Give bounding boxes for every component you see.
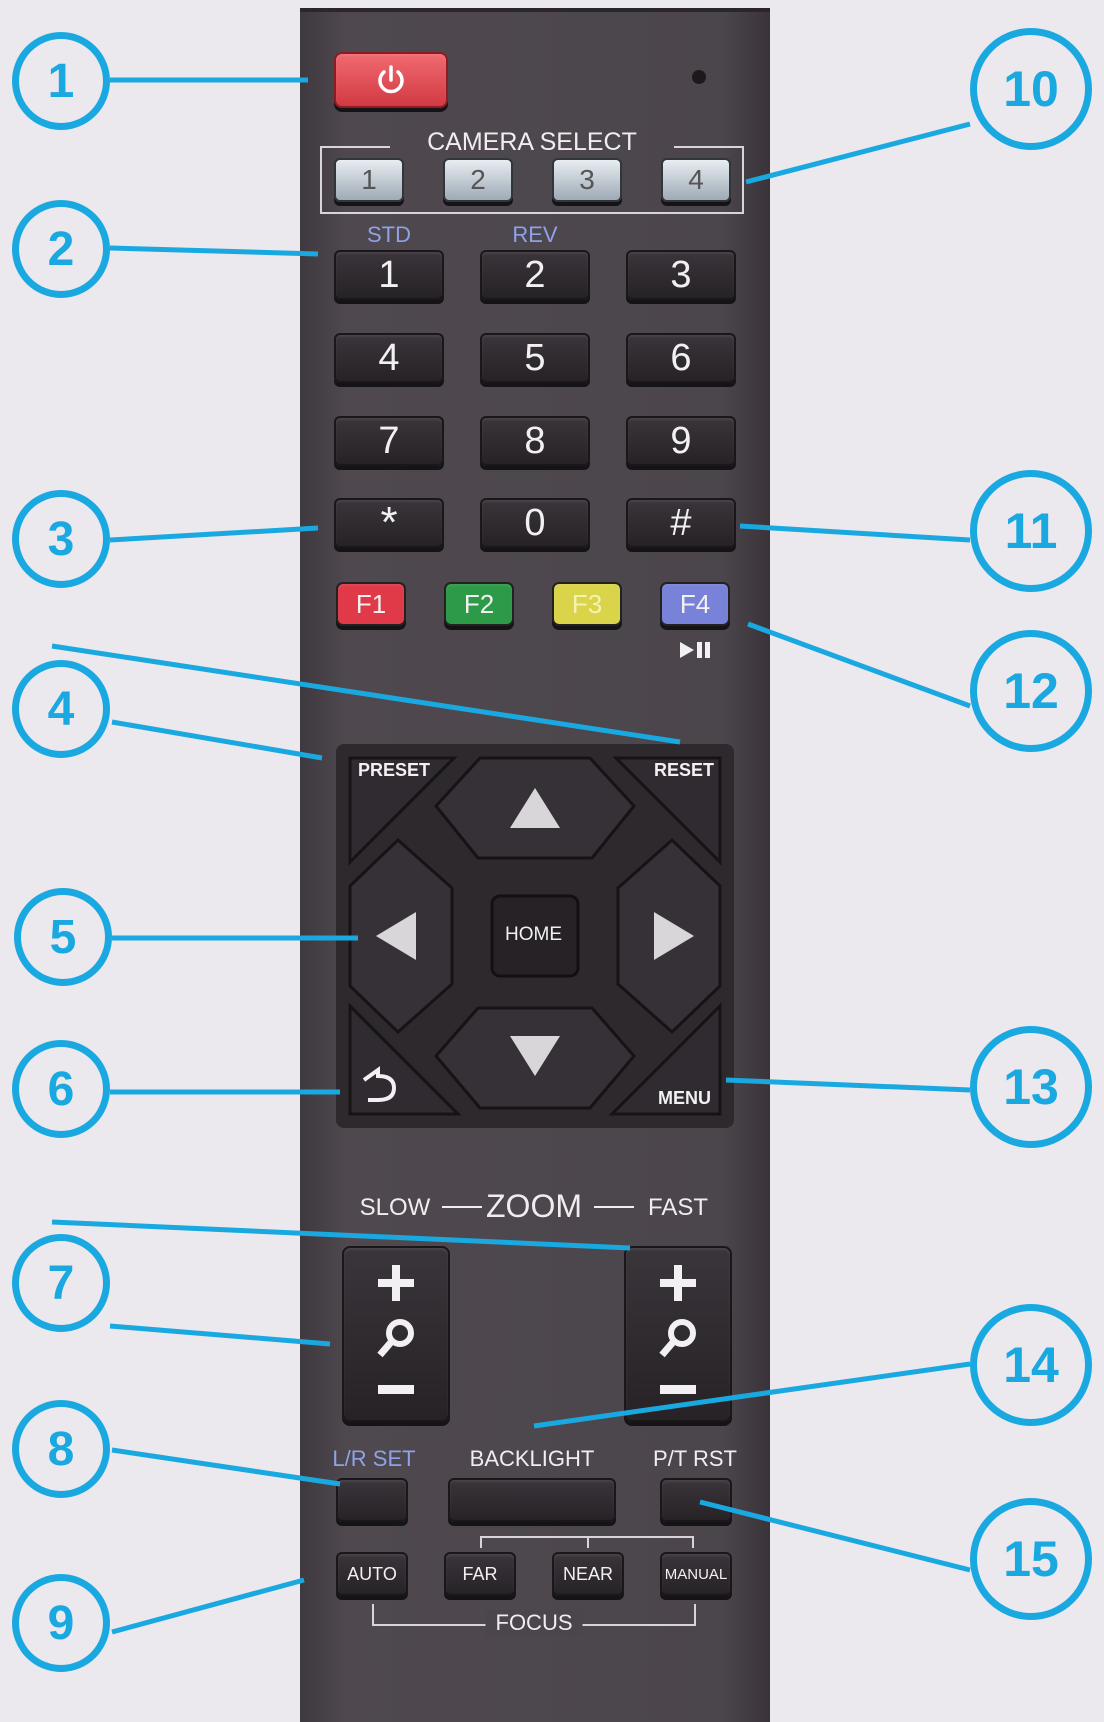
callout-6: 6 bbox=[12, 1040, 110, 1138]
callout-3: 3 bbox=[12, 490, 110, 588]
callout-12: 12 bbox=[970, 630, 1092, 752]
callout-11: 11 bbox=[970, 470, 1092, 592]
callout-lines bbox=[51, 77, 971, 1635]
callout-10: 10 bbox=[970, 28, 1092, 150]
callout-13: 13 bbox=[970, 1026, 1092, 1148]
callout-9: 9 bbox=[12, 1574, 110, 1672]
callout-2: 2 bbox=[12, 200, 110, 298]
callout-8: 8 bbox=[12, 1400, 110, 1498]
callout-4: 4 bbox=[12, 660, 110, 758]
callout-7: 7 bbox=[12, 1234, 110, 1332]
callout-5: 5 bbox=[14, 888, 112, 986]
callout-15: 15 bbox=[970, 1498, 1092, 1620]
callout-14: 14 bbox=[970, 1304, 1092, 1426]
callout-1: 1 bbox=[12, 32, 110, 130]
